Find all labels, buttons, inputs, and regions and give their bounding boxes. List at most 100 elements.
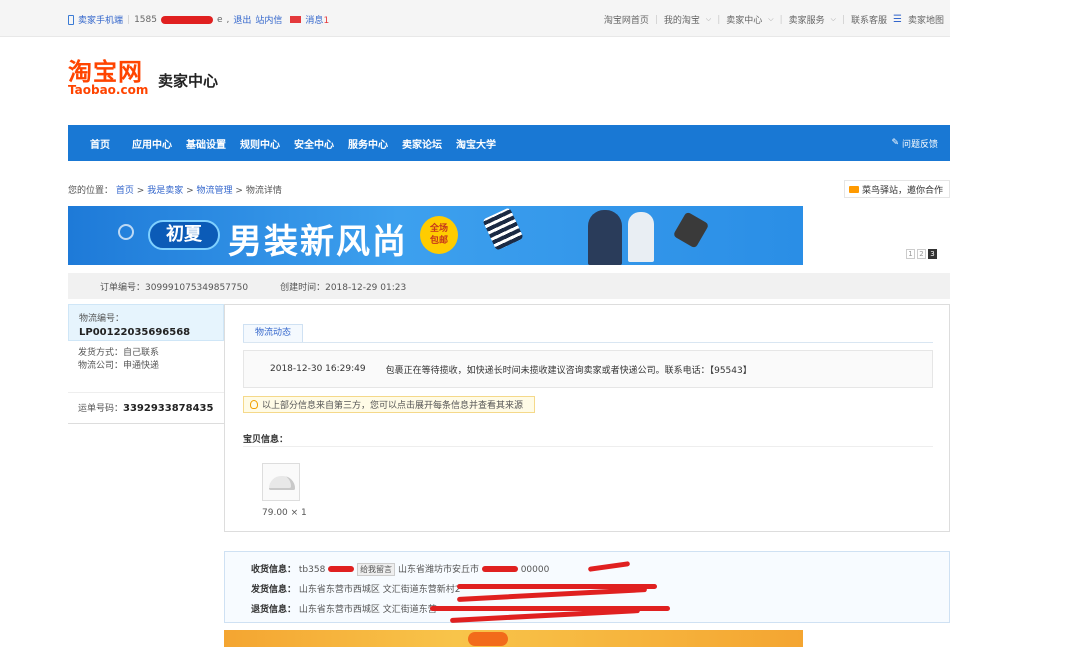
breadcrumb-prefix: 您的位置： [68,186,114,196]
divider: | [654,14,658,25]
pager-item-1[interactable]: 1 [906,249,915,259]
breadcrumb-seller[interactable]: 我是卖家 [147,186,183,196]
nav-item-university[interactable]: 淘宝大学 [456,136,496,151]
comma: , [226,14,230,25]
waybill-value: 3392933878435 [123,403,214,414]
tab-logistics-updates[interactable]: 物流动态 [243,324,303,343]
promo-button-shape [468,632,508,646]
nav-item-rules[interactable]: 规则中心 [240,136,280,151]
logistics-company: 物流公司：申通快递 [78,361,160,371]
order-info-bar: 订单编号：309991075349857750 创建时间：2018-12-29 … [68,273,950,299]
bottom-promo-banner[interactable] [224,630,803,647]
goods-label: 宝贝信息： [243,435,289,445]
messages-link[interactable]: 消息1 [305,13,329,26]
model-image [588,210,622,265]
divider: | [127,14,131,25]
seller-map-link[interactable]: 卖家地图 [908,13,944,26]
waybill-block: 运单号码：3392933878435 [68,393,224,414]
redaction-mark [160,15,213,24]
tracking-entry[interactable]: 2018-12-30 16:29:49 包裹正在等待揽收，如快递长时间未揽收建议… [243,350,933,388]
breadcrumb-logistics[interactable]: 物流管理 [197,186,233,196]
nav-item-home[interactable]: 首页 [90,136,110,151]
taobao-logo[interactable]: 淘宝网 Taobao.com [68,60,148,96]
logo-cn: 淘宝网 [68,58,143,86]
order-created-value: 2018-12-29 01:23 [325,282,407,293]
divider: | [717,14,721,25]
shipping-info-block: 发货方式：自己联系 物流公司：申通快递 [68,341,224,393]
top-bar-right: 淘宝网首页 | 我的淘宝 ⌵ | 卖家中心 ⌵ | 卖家服务 ⌵ | 联系客服 ☰ 卖… [604,13,944,26]
badge-line-2: 包邮 [429,236,448,246]
address-panel: 收货信息： tb358 给我留言 山东省潍坊市安丘市 00000 发货信息： 山… [224,551,950,623]
phone-icon [68,14,74,25]
nav-item-service[interactable]: 服务中心 [348,136,388,151]
cainiao-icon [849,185,859,193]
nav-item-security[interactable]: 安全中心 [294,136,334,151]
order-number-label: 订单编号： [100,282,146,293]
order-created: 创建时间：2018-12-29 01:23 [280,280,406,293]
tracking-time: 2018-12-30 16:29:49 [270,364,366,374]
sender-label: 发货信息： [251,585,297,595]
pager-item-3[interactable]: 3 [928,249,937,259]
ship-method: 发货方式：自己联系 [78,348,160,358]
account-suffix: e [216,14,223,25]
logistics-detail-panel: 物流动态 2018-12-30 16:29:49 包裹正在等待揽收，如快递长时间… [224,304,950,532]
logo-en: Taobao.com [68,83,149,97]
return-label: 退货信息： [251,605,297,615]
partner-label: 菜鸟驿站，邀你合作 [862,185,944,196]
top-bar-left: 卖家手机端 | 1585 e , 退出 站内信 消息1 [68,13,329,26]
nav-item-app-center[interactable]: 应用中心 [132,136,172,151]
contact-service-link[interactable]: 联系客服 [851,13,887,26]
cainiao-partner-button[interactable]: 菜鸟驿站，邀你合作 [844,180,950,198]
seller-service-link[interactable]: 卖家服务 [789,13,825,26]
order-number: 订单编号：309991075349857750 [100,280,248,293]
nav-item-forum[interactable]: 卖家论坛 [402,136,442,151]
receiver-address: 山东省潍坊市安丘市 [397,565,479,575]
mail-icon [290,16,302,23]
messages-label: 消息 [305,16,324,26]
pager-item-2[interactable]: 2 [917,249,926,259]
logistics-sidebar: 物流编号： LP00122035696568 发货方式：自己联系 物流公司：申通… [68,304,224,424]
order-number-value: 309991075349857750 [145,282,249,293]
receiver-label: 收货信息： [251,565,297,575]
breadcrumb-current: 物流详情 [245,186,282,196]
goods-divider [243,446,933,447]
breadcrumb-home[interactable]: 首页 [116,186,134,196]
seller-phone-link[interactable]: 卖家手机端 [78,13,123,26]
inbox-link[interactable]: 站内信 [255,13,282,26]
goods-thumbnail[interactable] [262,463,300,501]
breadcrumb-separator: > [136,186,145,196]
top-bar: 卖家手机端 | 1585 e , 退出 站内信 消息1 淘宝网首页 | 我的淘宝… [0,0,950,37]
messages-count: 1 [323,16,330,26]
breadcrumb-separator: > [235,186,243,196]
tracking-message: 包裹正在等待揽收，如快递长时间未揽收建议咨询卖家或者快递公司。联系电话：【955… [385,365,752,376]
seller-center-link[interactable]: 卖家中心 [726,13,762,26]
badge-line-1: 全场 [429,224,448,234]
redaction-mark [328,566,355,572]
feedback-label: 问题反馈 [901,139,938,150]
waybill-label: 运单号码： [78,404,124,414]
leave-message-button[interactable]: 给我留言 [357,563,396,576]
breadcrumb: 您的位置： 首页 > 我是卖家 > 物流管理 > 物流详情 [68,183,282,196]
model-image [628,212,654,262]
shirt-image [672,211,710,249]
my-taobao-link[interactable]: 我的淘宝 [664,13,700,26]
return-address: 山东省东营市西城区 文汇街道东营 [298,605,437,615]
edit-icon: ✎ [891,138,899,148]
order-created-label: 创建时间： [280,282,326,293]
menu-icon: ☰ [893,14,902,25]
lightbulb-icon [250,400,258,409]
note-text: 以上部分信息来自第三方，您可以点击展开每条信息并查看其来源 [262,401,524,411]
cap-image [269,476,295,490]
feedback-button[interactable]: ✎ 问题反馈 [891,137,938,150]
nav-item-basic-settings[interactable]: 基础设置 [186,136,226,151]
taobao-home-link[interactable]: 淘宝网首页 [604,13,649,26]
logistics-no-label: 物流编号： [79,314,125,324]
redaction-mark [481,566,518,572]
breadcrumb-separator: > [186,186,194,196]
divider: | [841,14,845,25]
goods-price: 79.00 × 1 [262,508,307,518]
seller-center-title: 卖家中心 [158,72,219,90]
tab-divider [243,342,933,343]
logout-link[interactable]: 退出 [233,13,251,26]
promo-banner[interactable]: 初夏 男装新风尚 全场 包邮 [68,206,803,265]
